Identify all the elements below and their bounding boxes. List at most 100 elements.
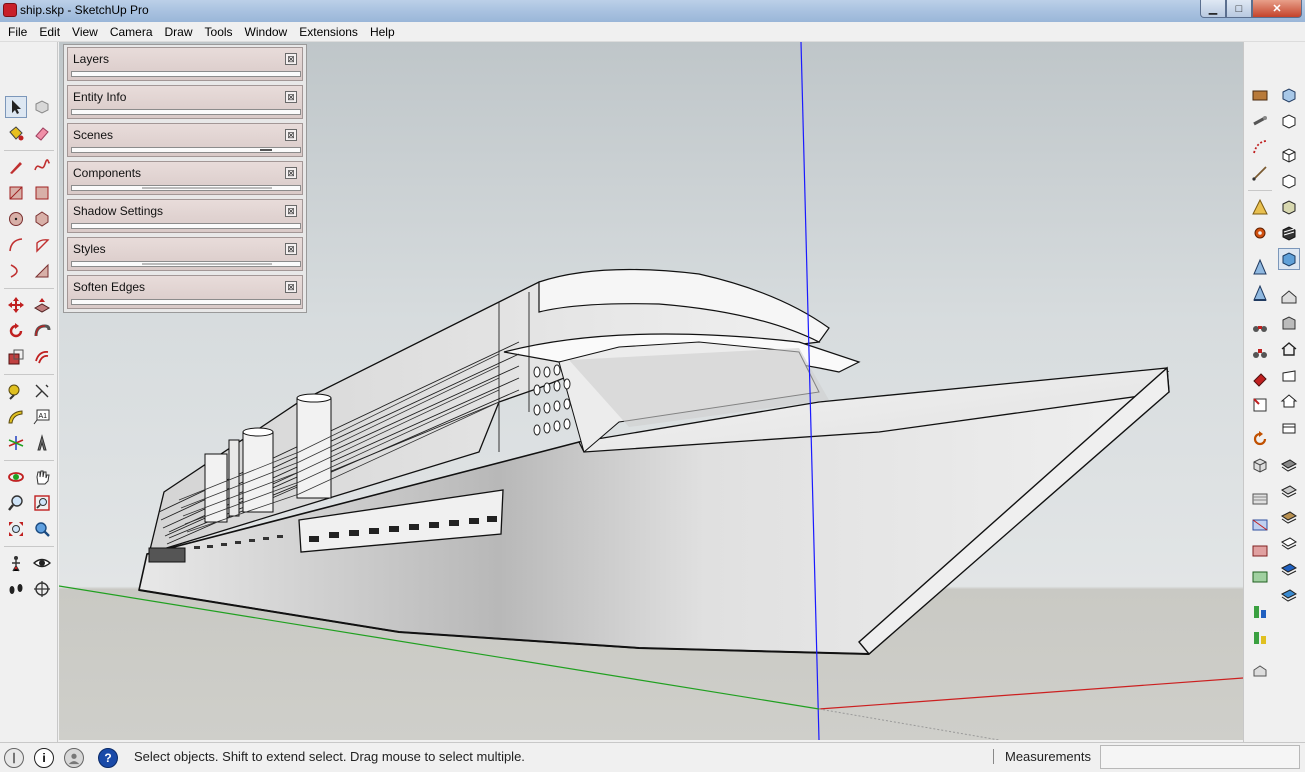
- position-camera-icon[interactable]: [5, 552, 27, 574]
- three-point-arc-icon[interactable]: [31, 260, 53, 282]
- panel-scenes[interactable]: Scenes ⊠: [67, 123, 303, 157]
- 3d-text-icon[interactable]: [31, 432, 53, 454]
- move-icon[interactable]: [5, 294, 27, 316]
- menu-tools[interactable]: Tools: [199, 22, 239, 42]
- menu-window[interactable]: Window: [239, 22, 294, 42]
- panel-resize-bar[interactable]: [71, 147, 301, 153]
- minimize-button[interactable]: ▁: [1200, 0, 1226, 18]
- iso-view-icon[interactable]: [1278, 84, 1300, 106]
- panel-resize-bar[interactable]: [71, 71, 301, 77]
- circle-icon[interactable]: [5, 208, 27, 230]
- section-plane-icon[interactable]: [31, 578, 53, 600]
- menu-view[interactable]: View: [66, 22, 104, 42]
- select-tool-icon[interactable]: [5, 96, 27, 118]
- panel-soften-edges[interactable]: Soften Edges ⊠: [67, 275, 303, 309]
- scroll-knob[interactable]: [260, 149, 272, 151]
- monochrome-icon[interactable]: [1249, 660, 1271, 682]
- right-view-icon[interactable]: [1278, 170, 1300, 192]
- tape-measure-icon[interactable]: [5, 380, 27, 402]
- dimension-icon[interactable]: [31, 380, 53, 402]
- pencil-icon[interactable]: [5, 156, 27, 178]
- help-icon[interactable]: ?: [98, 748, 118, 768]
- account-icon[interactable]: [64, 748, 84, 768]
- tape-icon[interactable]: [1249, 110, 1271, 132]
- arc-3pt-icon[interactable]: [1249, 136, 1271, 158]
- make-component-icon[interactable]: [31, 96, 53, 118]
- scale-icon[interactable]: [5, 346, 27, 368]
- geo-location-icon[interactable]: [4, 748, 24, 768]
- orbit-icon[interactable]: [5, 466, 27, 488]
- offset-icon[interactable]: [31, 346, 53, 368]
- measure-a-icon[interactable]: [1249, 256, 1271, 278]
- flag-icon[interactable]: [1249, 394, 1271, 416]
- arc-icon[interactable]: [5, 234, 27, 256]
- menu-edit[interactable]: Edit: [33, 22, 66, 42]
- left-view-icon[interactable]: [1278, 222, 1300, 244]
- panel-close-icon[interactable]: ⊠: [285, 205, 297, 217]
- text-tool-icon[interactable]: A1: [31, 406, 53, 428]
- sketchup-app-icon[interactable]: [3, 3, 17, 17]
- house-d-icon[interactable]: [1278, 390, 1300, 412]
- eraser-icon[interactable]: [31, 122, 53, 144]
- panel-resize-bar[interactable]: [71, 109, 301, 115]
- house-b-icon[interactable]: [1278, 312, 1300, 334]
- panel-close-icon[interactable]: ⊠: [285, 281, 297, 293]
- two-point-arc-icon[interactable]: [5, 260, 27, 282]
- back-edges-icon[interactable]: [1249, 514, 1271, 536]
- shaded-icon[interactable]: [1249, 600, 1271, 622]
- pie-icon[interactable]: [31, 234, 53, 256]
- layer-a-icon[interactable]: [1278, 454, 1300, 476]
- menu-extensions[interactable]: Extensions: [293, 22, 364, 42]
- zoom-window-icon[interactable]: [31, 492, 53, 514]
- back-view-icon[interactable]: [1278, 196, 1300, 218]
- layer-e-icon[interactable]: [1278, 558, 1300, 580]
- home-icon[interactable]: [1278, 338, 1300, 360]
- layer-d-icon[interactable]: [1278, 532, 1300, 554]
- walk-icon[interactable]: [5, 578, 27, 600]
- top-view-icon[interactable]: [1278, 110, 1300, 132]
- line-icon[interactable]: [1249, 162, 1271, 184]
- panel-resize-bar[interactable]: [71, 185, 301, 191]
- binoculars-icon[interactable]: [1249, 316, 1271, 338]
- paint-bucket-icon[interactable]: [5, 122, 27, 144]
- credits-icon[interactable]: i: [34, 748, 54, 768]
- menu-help[interactable]: Help: [364, 22, 401, 42]
- zoom-extents-icon[interactable]: [5, 518, 27, 540]
- paint-icon[interactable]: [1249, 368, 1271, 390]
- freehand-icon[interactable]: [31, 156, 53, 178]
- panel-resize-bar[interactable]: [71, 299, 301, 305]
- scroll-knob[interactable]: [142, 263, 272, 265]
- panel-close-icon[interactable]: ⊠: [285, 167, 297, 179]
- panel-resize-bar[interactable]: [71, 223, 301, 229]
- menu-draw[interactable]: Draw: [159, 22, 199, 42]
- shaded-style-icon[interactable]: [1278, 248, 1300, 270]
- protractor-icon[interactable]: [5, 406, 27, 428]
- zoom-icon[interactable]: [5, 492, 27, 514]
- refresh-icon[interactable]: [1249, 428, 1271, 450]
- rectangle-icon[interactable]: [5, 182, 27, 204]
- previous-view-icon[interactable]: [31, 518, 53, 540]
- panel-close-icon[interactable]: ⊠: [285, 243, 297, 255]
- gear-icon[interactable]: [1249, 222, 1271, 244]
- panel-layers[interactable]: Layers ⊠: [67, 47, 303, 81]
- shaded-textures-icon[interactable]: [1249, 626, 1271, 648]
- outliner-icon[interactable]: [1249, 84, 1271, 106]
- panel-entity-info[interactable]: Entity Info ⊠: [67, 85, 303, 119]
- warning-icon[interactable]: [1249, 196, 1271, 218]
- close-button[interactable]: ✕: [1252, 0, 1302, 18]
- hidden-line-icon[interactable]: [1249, 566, 1271, 588]
- follow-me-icon[interactable]: [31, 320, 53, 342]
- scroll-knob[interactable]: [142, 187, 272, 189]
- polygon-icon[interactable]: [31, 208, 53, 230]
- layer-b-icon[interactable]: [1278, 480, 1300, 502]
- look-around-icon[interactable]: [31, 552, 53, 574]
- panel-close-icon[interactable]: ⊠: [285, 91, 297, 103]
- cube-icon[interactable]: [1249, 454, 1271, 476]
- pan-icon[interactable]: [31, 466, 53, 488]
- menu-camera[interactable]: Camera: [104, 22, 159, 42]
- panel-shadow-settings[interactable]: Shadow Settings ⊠: [67, 199, 303, 233]
- panel-close-icon[interactable]: ⊠: [285, 53, 297, 65]
- walk-camera-icon[interactable]: [1249, 342, 1271, 364]
- wireframe-icon[interactable]: [1249, 540, 1271, 562]
- layer-f-icon[interactable]: [1278, 584, 1300, 606]
